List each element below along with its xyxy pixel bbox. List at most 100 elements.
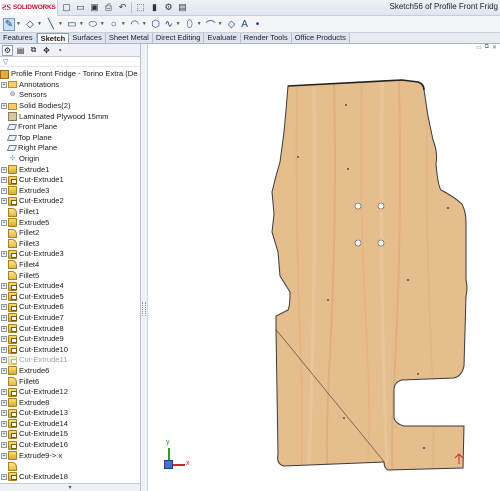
tree-item[interactable]: Fillet4 [0,260,140,271]
dropdown-arrow-icon[interactable]: ▼ [142,21,147,27]
expand-icon[interactable]: + [1,410,7,417]
dropdown-arrow-icon[interactable]: ▼ [121,21,126,27]
dropdown-arrow-icon[interactable]: ▼ [16,21,21,27]
tree-filter[interactable]: ▽ [0,57,140,67]
file-properties-icon[interactable]: ▤ [177,2,188,13]
tree-item[interactable]: + Cut-Extrude7 [0,313,140,324]
dropdown-arrow-icon[interactable]: ▼ [197,21,202,27]
print-icon[interactable]: ⎙ [103,2,114,13]
tab-sheet-metal[interactable]: Sheet Metal [105,33,153,43]
tree-item[interactable]: + Cut-Extrude10 [0,344,140,355]
tree-item[interactable]: + Cut-Extrude13 [0,408,140,419]
splitter-grip[interactable] [142,302,146,316]
expand-icon[interactable]: + [1,325,7,332]
tree-item[interactable]: + Cut-Extrude3 [0,249,140,260]
tree-item[interactable]: ⊹ Origin [0,154,140,165]
expand-icon[interactable]: + [1,431,7,438]
expand-icon[interactable]: + [1,304,7,311]
configuration-manager-tab-icon[interactable]: ⧉ [28,45,39,56]
tree-item[interactable]: + Cut-Extrude15 [0,429,140,440]
tree-item[interactable]: Front Plane [0,122,140,133]
undo-icon[interactable]: ↶ [117,2,128,13]
circle-icon[interactable]: ○ [108,18,120,31]
expand-icon[interactable]: + [1,81,7,88]
tab-surfaces[interactable]: Surfaces [69,33,106,43]
fillet-sketch-icon[interactable]: ⌒ [205,18,217,32]
sketch-icon[interactable]: ✎ [3,17,15,31]
tree-item[interactable]: + Extrude8 [0,397,140,408]
display-manager-tab-icon[interactable]: ◔ [54,45,65,56]
expand-icon[interactable]: + [1,399,7,406]
expand-icon[interactable]: + [1,251,7,258]
expand-icon[interactable]: + [1,187,7,194]
expand-icon[interactable]: + [1,177,7,184]
filter-icon[interactable]: ▽ [3,58,8,66]
tree-item[interactable]: + Extrude9-> x [0,450,140,461]
tree-item[interactable]: + Cut-Extrude6 [0,302,140,313]
expand-icon[interactable]: + [1,357,7,364]
dropdown-arrow-icon[interactable]: ▼ [176,21,181,27]
tree-item[interactable]: + Cut-Extrude16 [0,440,140,451]
slot-icon[interactable]: ⬭ [87,18,99,31]
expand-icon[interactable]: + [1,219,7,226]
tab-evaluate[interactable]: Evaluate [204,33,241,43]
tree-item[interactable]: + Extrude3 [0,186,140,197]
tree-item[interactable]: Fillet5 [0,270,140,281]
tree-item[interactable]: + Cut-Extrude18 [0,472,140,483]
tree-item[interactable]: Top Plane [0,133,140,144]
tree-item[interactable]: + Cut-Extrude5 [0,291,140,302]
point-icon[interactable]: • [252,18,264,31]
panel-splitter[interactable] [141,44,148,491]
dropdown-arrow-icon[interactable]: ▼ [58,21,63,27]
expand-icon[interactable]: + [1,452,7,459]
options-icon[interactable]: ⚙ [163,2,174,13]
dropdown-arrow-icon[interactable]: ▼ [100,21,105,27]
tab-direct-editing[interactable]: Direct Editing [152,33,205,43]
expand-icon[interactable]: + [1,442,7,449]
open-icon[interactable]: ▭ [75,2,86,13]
arc-icon[interactable]: ◠ [129,18,141,31]
rebuild-icon[interactable]: ▮ [149,2,160,13]
dimxpert-tab-icon[interactable]: ✥ [41,45,52,56]
tree-item[interactable]: + Cut-Extrude2 [0,196,140,207]
feature-manager-tab-icon[interactable]: ⚙ [2,44,13,56]
tree-item[interactable]: + Solid Bodies(2) [0,101,140,112]
tab-sketch[interactable]: Sketch [36,33,70,43]
solidworks-logo[interactable]: ƧS SOLIDWORKS [0,0,58,16]
tree-item[interactable]: Fillet1 [0,207,140,218]
tree-item[interactable]: + Cut-Extrude4 [0,281,140,292]
tree-scroll-bar[interactable]: ▾ [0,483,140,491]
tree-item[interactable] [0,461,140,472]
dropdown-arrow-icon[interactable]: ▼ [37,21,42,27]
tab-office-products[interactable]: Office Products [291,33,350,43]
expand-icon[interactable]: + [1,473,7,480]
property-manager-tab-icon[interactable]: ▤ [15,45,26,56]
expand-icon[interactable]: + [1,314,7,321]
part-model[interactable] [148,44,500,491]
expand-icon[interactable]: + [1,336,7,343]
new-document-icon[interactable]: ▢ [61,2,72,13]
tree-item[interactable]: + Cut-Extrude11 [0,355,140,366]
expand-icon[interactable]: + [1,367,7,374]
tree-item[interactable]: + Cut-Extrude1 [0,175,140,186]
expand-icon[interactable]: + [1,293,7,300]
tree-item[interactable]: Fillet3 [0,239,140,250]
text-icon[interactable]: A [239,18,251,31]
tree-item[interactable]: + Cut-Extrude8 [0,323,140,334]
expand-icon[interactable]: + [1,346,7,353]
plane-icon[interactable]: ◇ [226,18,238,31]
tree-item[interactable]: + Extrude5 [0,217,140,228]
save-icon[interactable]: ▣ [89,2,100,13]
expand-icon[interactable]: + [1,166,7,173]
smart-dimension-icon[interactable]: ◇ [24,18,36,31]
expand-icon[interactable]: + [1,389,7,396]
tab-render-tools[interactable]: Render Tools [240,33,292,43]
tree-root[interactable]: Profile Front Fridge - Torino Extra (De [0,69,140,80]
line-icon[interactable]: ╲ [45,18,57,31]
select-icon[interactable]: ⬚ [135,2,146,13]
tree-item[interactable]: Fillet6 [0,376,140,387]
expand-icon[interactable]: + [1,283,7,290]
expand-icon[interactable]: + [1,198,7,205]
tree-item[interactable]: ⊚ Sensors [0,90,140,101]
rectangle-icon[interactable]: ▭ [66,18,78,31]
